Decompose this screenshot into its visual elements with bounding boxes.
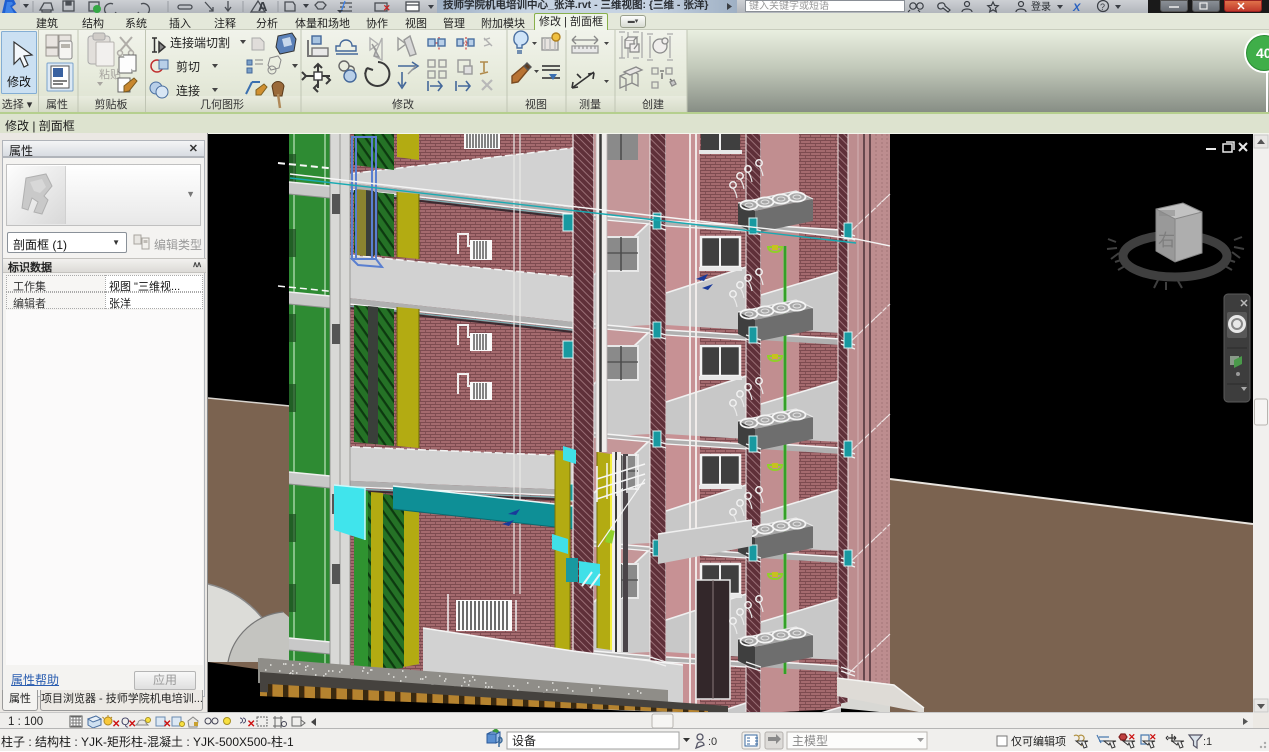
svg-text:连接: 连接 bbox=[176, 83, 200, 98]
svg-text:修改: 修改 bbox=[392, 97, 414, 111]
svg-text::1: :1 bbox=[1203, 736, 1212, 748]
svg-text:仅可编辑项: 仅可编辑项 bbox=[1011, 734, 1066, 748]
svg-text:视图: 视图 bbox=[525, 97, 547, 111]
svg-text:几何图形: 几何图形 bbox=[200, 98, 244, 111]
svg-text:右: 右 bbox=[1158, 231, 1175, 250]
svg-text:?: ? bbox=[1100, 2, 1105, 12]
svg-text:登录: 登录 bbox=[1031, 0, 1051, 13]
svg-text:创建: 创建 bbox=[642, 97, 664, 111]
svg-text:1 : 100: 1 : 100 bbox=[8, 716, 43, 728]
svg-text:X: X bbox=[1072, 2, 1081, 13]
svg-text:剪切: 剪切 bbox=[176, 59, 200, 74]
svg-text:属性: 属性 bbox=[46, 97, 68, 111]
svg-text:连接端切割: 连接端切割 bbox=[170, 35, 230, 50]
svg-text:修改: 修改 bbox=[7, 74, 31, 89]
svg-text:剪贴板: 剪贴板 bbox=[95, 97, 128, 111]
svg-text:✕: ✕ bbox=[383, 3, 391, 13]
svg-text:设备: 设备 bbox=[512, 734, 536, 748]
svg-text:A: A bbox=[258, 0, 268, 13]
svg-text:40: 40 bbox=[1256, 45, 1269, 61]
svg-text::0: :0 bbox=[708, 736, 717, 748]
svg-text:测量: 测量 bbox=[579, 98, 601, 111]
svg-text:选择 ▾: 选择 ▾ bbox=[2, 97, 33, 111]
svg-text:主模型: 主模型 bbox=[792, 734, 828, 748]
